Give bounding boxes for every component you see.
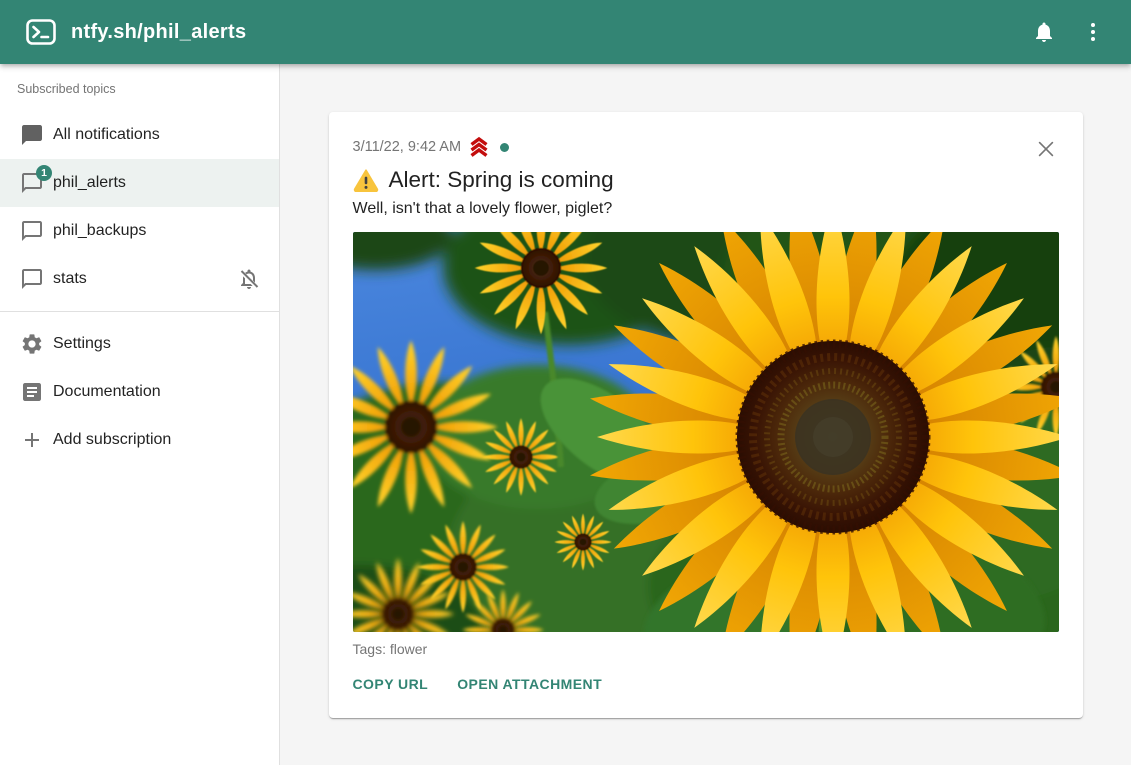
article-icon (20, 380, 44, 404)
sidebar-item-phil-alerts[interactable]: 1 phil_alerts (0, 159, 279, 207)
chat-bubble-filled-icon (20, 123, 44, 147)
sidebar-item-label: phil_alerts (53, 174, 126, 192)
sidebar-item-all-notifications[interactable]: All notifications (0, 111, 279, 159)
gear-icon (20, 332, 44, 356)
close-icon[interactable] (1035, 138, 1057, 160)
sidebar-item-label: Settings (53, 335, 111, 353)
sidebar-item-label: All notifications (53, 126, 160, 144)
sidebar-item-label: phil_backups (53, 222, 146, 240)
overflow-menu-icon[interactable] (1081, 20, 1105, 44)
notifications-bell-icon[interactable] (1032, 20, 1056, 44)
chat-bubble-outline-icon (20, 219, 44, 243)
sidebar-divider (0, 311, 279, 312)
notification-title-row: Alert: Spring is coming (353, 167, 1059, 193)
card-actions: COPY URL OPEN ATTACHMENT (351, 668, 1059, 700)
copy-url-button[interactable]: COPY URL (351, 668, 431, 700)
sidebar-item-add-subscription[interactable]: Add subscription (0, 416, 279, 464)
bell-off-icon (237, 267, 261, 291)
sidebar-item-label: Documentation (53, 383, 161, 401)
sidebar-item-documentation[interactable]: Documentation (0, 368, 279, 416)
notification-title: Alert: Spring is coming (389, 167, 614, 193)
subscribed-topics-caption: Subscribed topics (0, 82, 279, 111)
priority-max-icon (467, 135, 491, 159)
plus-icon (20, 428, 44, 452)
app-header: ntfy.sh/phil_alerts (0, 0, 1131, 64)
notification-body: Well, isn't that a lovely flower, piglet… (353, 200, 1059, 218)
main-content: 3/11/22, 9:42 AM Alert: Spring is coming… (280, 64, 1131, 765)
unread-dot-icon (500, 143, 509, 152)
chat-bubble-outline-icon (20, 267, 44, 291)
sidebar-item-phil-backups[interactable]: phil_backups (0, 207, 279, 255)
sidebar-item-settings[interactable]: Settings (0, 320, 279, 368)
notification-meta-row: 3/11/22, 9:42 AM (353, 136, 1059, 158)
sidebar-item-stats[interactable]: stats (0, 255, 279, 303)
warning-emoji-icon (353, 168, 379, 192)
sidebar-item-label: stats (53, 270, 87, 288)
sidebar-item-label: Add subscription (53, 431, 171, 449)
notification-timestamp: 3/11/22, 9:42 AM (353, 139, 462, 155)
unread-count-badge: 1 (36, 165, 52, 181)
notification-tags: Tags: flower (353, 641, 1059, 657)
open-attachment-button[interactable]: OPEN ATTACHMENT (455, 668, 604, 700)
attachment-image[interactable] (353, 232, 1059, 632)
sidebar: Subscribed topics All notifications 1 ph… (0, 64, 280, 765)
page-title: ntfy.sh/phil_alerts (71, 21, 246, 44)
ntfy-terminal-logo-icon (26, 19, 56, 45)
chat-bubble-outline-icon: 1 (20, 171, 44, 195)
notification-card: 3/11/22, 9:42 AM Alert: Spring is coming… (329, 112, 1083, 718)
